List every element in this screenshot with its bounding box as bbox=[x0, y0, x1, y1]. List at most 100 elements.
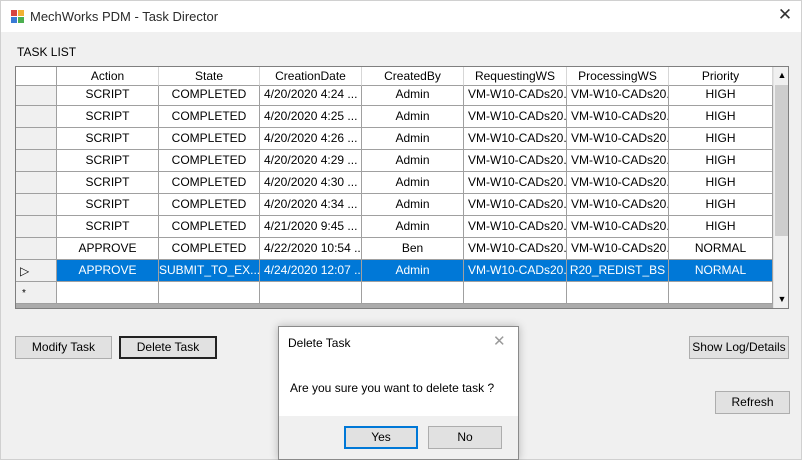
cell-action[interactable]: SCRIPT bbox=[57, 172, 159, 194]
column-header[interactable]: Priority bbox=[669, 67, 773, 86]
column-header[interactable]: ProcessingWS bbox=[567, 67, 669, 86]
cell-priority[interactable]: HIGH bbox=[669, 150, 773, 172]
scroll-thumb[interactable] bbox=[775, 85, 788, 236]
cell-processing-ws[interactable]: R20_REDIST_BS bbox=[567, 260, 669, 282]
cell-created-by[interactable]: Admin bbox=[362, 84, 464, 106]
new-row-cell[interactable] bbox=[362, 282, 464, 304]
cell-priority[interactable]: HIGH bbox=[669, 84, 773, 106]
cell-requesting-ws[interactable]: VM-W10-CADs20... bbox=[464, 84, 567, 106]
cell-created-by[interactable]: Admin bbox=[362, 128, 464, 150]
cell-priority[interactable]: NORMAL bbox=[669, 238, 773, 260]
column-header[interactable]: CreationDate bbox=[260, 67, 362, 86]
row-header[interactable] bbox=[16, 128, 57, 150]
cell-action[interactable]: SCRIPT bbox=[57, 84, 159, 106]
cell-creation-date[interactable]: 4/20/2020 4:25 ... bbox=[260, 106, 362, 128]
no-button[interactable]: No bbox=[428, 426, 502, 449]
row-header[interactable] bbox=[16, 106, 57, 128]
cell-priority[interactable]: HIGH bbox=[669, 216, 773, 238]
window-close-icon[interactable]: ✕ bbox=[773, 4, 797, 28]
cell-action[interactable]: SCRIPT bbox=[57, 194, 159, 216]
cell-processing-ws[interactable]: VM-W10-CADs20... bbox=[567, 150, 669, 172]
cell-requesting-ws[interactable]: VM-W10-CADs20... bbox=[464, 216, 567, 238]
cell-state[interactable]: COMPLETED bbox=[159, 216, 260, 238]
cell-priority[interactable]: NORMAL bbox=[669, 260, 773, 282]
cell-creation-date[interactable]: 4/20/2020 4:34 ... bbox=[260, 194, 362, 216]
scroll-down-icon[interactable]: ▼ bbox=[774, 291, 788, 308]
cell-state[interactable]: COMPLETED bbox=[159, 172, 260, 194]
cell-state[interactable]: COMPLETED bbox=[159, 106, 260, 128]
modify-task-button[interactable]: Modify Task bbox=[15, 336, 112, 359]
cell-state[interactable]: COMPLETED bbox=[159, 238, 260, 260]
column-header[interactable]: CreatedBy bbox=[362, 67, 464, 86]
cell-creation-date[interactable]: 4/21/2020 9:45 ... bbox=[260, 216, 362, 238]
cell-requesting-ws[interactable]: VM-W10-CADs20... bbox=[464, 128, 567, 150]
new-row-header[interactable]: * bbox=[16, 282, 57, 304]
cell-action[interactable]: APPROVE bbox=[57, 260, 159, 282]
refresh-button[interactable]: Refresh bbox=[715, 391, 790, 414]
cell-processing-ws[interactable]: VM-W10-CADs20... bbox=[567, 84, 669, 106]
new-row-cell[interactable] bbox=[260, 282, 362, 304]
row-header[interactable] bbox=[16, 194, 57, 216]
new-row-cell[interactable] bbox=[464, 282, 567, 304]
cell-created-by[interactable]: Admin bbox=[362, 194, 464, 216]
dialog-close-icon[interactable]: ✕ bbox=[493, 332, 506, 350]
cell-requesting-ws[interactable]: VM-W10-CADs20... bbox=[464, 106, 567, 128]
cell-created-by[interactable]: Admin bbox=[362, 150, 464, 172]
cell-requesting-ws[interactable]: VM-W10-CADs20... bbox=[464, 194, 567, 216]
column-header[interactable]: State bbox=[159, 67, 260, 86]
cell-requesting-ws[interactable]: VM-W10-CADs20... bbox=[464, 172, 567, 194]
cell-state[interactable]: SUBMIT_TO_EX... bbox=[159, 260, 260, 282]
cell-processing-ws[interactable]: VM-W10-CADs20... bbox=[567, 194, 669, 216]
grid-corner-header[interactable] bbox=[16, 67, 57, 86]
cell-processing-ws[interactable]: VM-W10-CADs20... bbox=[567, 106, 669, 128]
row-header[interactable] bbox=[16, 216, 57, 238]
cell-priority[interactable]: HIGH bbox=[669, 106, 773, 128]
cell-created-by[interactable]: Ben bbox=[362, 238, 464, 260]
cell-priority[interactable]: HIGH bbox=[669, 128, 773, 150]
cell-priority[interactable]: HIGH bbox=[669, 194, 773, 216]
column-header[interactable]: Action bbox=[57, 67, 159, 86]
cell-created-by[interactable]: Admin bbox=[362, 106, 464, 128]
cell-requesting-ws[interactable]: VM-W10-CADs20... bbox=[464, 238, 567, 260]
cell-creation-date[interactable]: 4/24/2020 12:07 ... bbox=[260, 260, 362, 282]
cell-priority[interactable]: HIGH bbox=[669, 172, 773, 194]
cell-requesting-ws[interactable]: VM-W10-CADs20... bbox=[464, 150, 567, 172]
vertical-scrollbar[interactable]: ▲ ▼ bbox=[773, 67, 788, 308]
cell-action[interactable]: APPROVE bbox=[57, 238, 159, 260]
cell-creation-date[interactable]: 4/20/2020 4:24 ... bbox=[260, 84, 362, 106]
scroll-up-icon[interactable]: ▲ bbox=[774, 67, 788, 84]
delete-task-button[interactable]: Delete Task bbox=[119, 336, 217, 359]
task-grid[interactable]: Action State CreationDate CreatedBy Requesti… bbox=[15, 66, 789, 309]
cell-processing-ws[interactable]: VM-W10-CADs20... bbox=[567, 238, 669, 260]
row-header[interactable] bbox=[16, 150, 57, 172]
cell-state[interactable]: COMPLETED bbox=[159, 84, 260, 106]
row-header[interactable] bbox=[16, 238, 57, 260]
cell-creation-date[interactable]: 4/20/2020 4:30 ... bbox=[260, 172, 362, 194]
cell-state[interactable]: COMPLETED bbox=[159, 150, 260, 172]
new-row-cell[interactable] bbox=[567, 282, 669, 304]
cell-state[interactable]: COMPLETED bbox=[159, 194, 260, 216]
cell-created-by[interactable]: Admin bbox=[362, 260, 464, 282]
cell-action[interactable]: SCRIPT bbox=[57, 150, 159, 172]
cell-requesting-ws[interactable]: VM-W10-CADs20... bbox=[464, 260, 567, 282]
row-header[interactable] bbox=[16, 172, 57, 194]
cell-processing-ws[interactable]: VM-W10-CADs20... bbox=[567, 216, 669, 238]
cell-state[interactable]: COMPLETED bbox=[159, 128, 260, 150]
cell-action[interactable]: SCRIPT bbox=[57, 216, 159, 238]
row-header[interactable] bbox=[16, 84, 57, 106]
new-row-cell[interactable] bbox=[57, 282, 159, 304]
cell-processing-ws[interactable]: VM-W10-CADs20... bbox=[567, 128, 669, 150]
show-log-details-button[interactable]: Show Log/Details bbox=[689, 336, 789, 359]
yes-button[interactable]: Yes bbox=[344, 426, 418, 449]
cell-creation-date[interactable]: 4/20/2020 4:29 ... bbox=[260, 150, 362, 172]
column-header[interactable]: RequestingWS bbox=[464, 67, 567, 86]
new-row-cell[interactable] bbox=[669, 282, 773, 304]
new-row-cell[interactable] bbox=[159, 282, 260, 304]
cell-processing-ws[interactable]: VM-W10-CADs20... bbox=[567, 172, 669, 194]
cell-created-by[interactable]: Admin bbox=[362, 216, 464, 238]
cell-created-by[interactable]: Admin bbox=[362, 172, 464, 194]
cell-creation-date[interactable]: 4/22/2020 10:54 ... bbox=[260, 238, 362, 260]
cell-action[interactable]: SCRIPT bbox=[57, 106, 159, 128]
cell-creation-date[interactable]: 4/20/2020 4:26 ... bbox=[260, 128, 362, 150]
row-header[interactable]: ▷ bbox=[16, 260, 57, 282]
